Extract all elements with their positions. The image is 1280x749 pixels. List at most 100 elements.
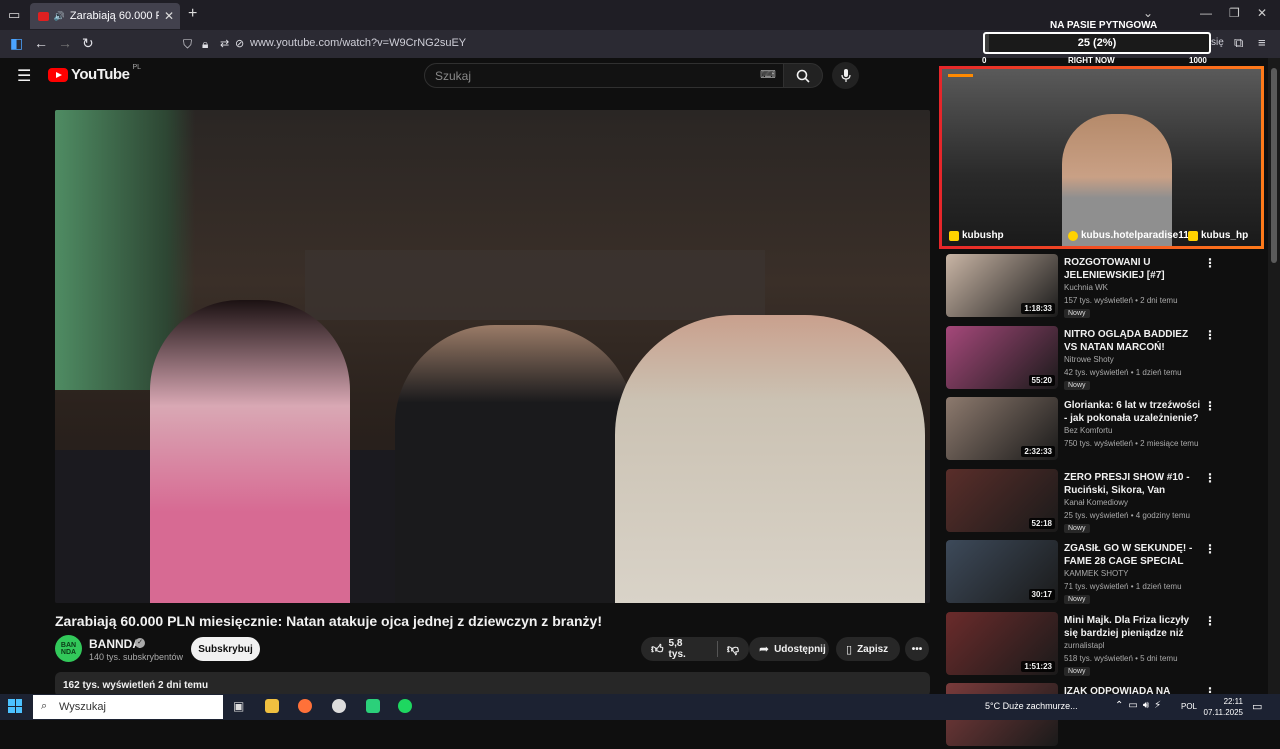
- windows-start-icon[interactable]: [8, 699, 22, 713]
- save-button[interactable]: ▯ Zapisz: [836, 637, 900, 661]
- recommendation-channel[interactable]: KAMMEK SHOTY: [1064, 569, 1128, 578]
- taskbar-clock[interactable]: 22:11 07.11.2025: [1203, 696, 1243, 718]
- recommendation-title[interactable]: NITRO OGLĄDA BADDIEZ VS NATAN MARCOŃ! *M…: [1064, 328, 1204, 354]
- recommendation-title[interactable]: ZGASIŁ GO W SEKUNDĘ! - FAME 28 CAGE SPEC…: [1064, 542, 1204, 568]
- notifications-icon[interactable]: ▭: [1252, 700, 1262, 713]
- scrollbar-thumb[interactable]: [1271, 68, 1277, 263]
- share-icon: ➦: [759, 642, 770, 656]
- recommendation-item[interactable]: 30:17 ZGASIŁ GO W SEKUNDĘ! - FAME 28 CAGE…: [946, 540, 1266, 606]
- video-duration: 1:51:23: [1021, 660, 1055, 672]
- recommendation-thumbnail[interactable]: 30:17: [946, 540, 1058, 603]
- app-icon[interactable]: [332, 699, 346, 713]
- recommendation-channel[interactable]: Kuchnia WK: [1064, 283, 1108, 292]
- recommendation-title[interactable]: ZERO PRESJI SHOW #10 - Ruciński, Sikora,…: [1064, 471, 1204, 497]
- more-vertical-icon[interactable]: ⋮: [1204, 542, 1216, 556]
- lock-icon[interactable]: 🔒︎: [202, 37, 208, 52]
- twitter-icon: [949, 230, 959, 241]
- recommendation-thumbnail[interactable]: 1:18:33: [946, 254, 1058, 317]
- goal-min: 0: [982, 56, 987, 65]
- account-menu-label[interactable]: się: [1211, 37, 1224, 48]
- file-explorer-icon[interactable]: [265, 699, 279, 713]
- search-button[interactable]: [783, 63, 823, 88]
- recommendation-item[interactable]: 1:18:33 ROZGOTOWANI U JELENIEWSKIEJ [#7] K…: [946, 254, 1266, 320]
- close-window-icon[interactable]: ✕: [1257, 6, 1267, 20]
- task-view-icon[interactable]: ▣: [233, 699, 247, 713]
- recommendation-meta: 25 tys. wyświetleń • 4 godziny temu: [1064, 510, 1190, 520]
- like-count[interactable]: 5,8 tys.: [669, 638, 702, 660]
- channel-avatar[interactable]: BAN NDA: [55, 635, 82, 662]
- snapchat-handle: kubus_hp: [1188, 230, 1248, 241]
- search-input[interactable]: Szukaj ⌨: [424, 63, 784, 88]
- restore-icon[interactable]: ❐: [1229, 6, 1240, 20]
- hamburger-menu-icon[interactable]: ≡: [1258, 35, 1266, 50]
- like-icon[interactable]: 👍︎: [651, 642, 664, 657]
- reload-icon[interactable]: ↻: [82, 35, 94, 52]
- recommendation-title[interactable]: Glorianka: 6 lat w trzeźwości - jak poko…: [1064, 399, 1204, 425]
- share-button[interactable]: ➦ Udostępnij: [749, 637, 829, 661]
- taskbar-search-icon: ⌕: [41, 700, 48, 712]
- firefox-icon[interactable]: [298, 699, 312, 713]
- more-vertical-icon[interactable]: ⋮: [1204, 471, 1216, 485]
- channel-name[interactable]: BANNDA: [89, 637, 141, 651]
- more-horizontal-icon: •••: [911, 643, 923, 655]
- recommendation-channel[interactable]: Kanał Komediowy: [1064, 498, 1128, 507]
- video-title: Zarabiają 60.000 PLN miesięcznie: Natan …: [55, 613, 602, 629]
- recommendation-item[interactable]: 52:18 ZERO PRESJI SHOW #10 - Ruciński, Si…: [946, 468, 1266, 535]
- recommendation-channel[interactable]: zurnalistapl: [1064, 641, 1104, 650]
- forward-icon[interactable]: →: [58, 35, 72, 51]
- more-vertical-icon[interactable]: ⋮: [1204, 256, 1216, 270]
- speaker-icon[interactable]: 🔊: [54, 11, 65, 22]
- weather-widget[interactable]: 5°C Duże zachmurze...: [985, 701, 1078, 711]
- youtube-logo[interactable]: YouTube PL: [48, 64, 141, 83]
- recommendation-title[interactable]: ROZGOTOWANI U JELENIEWSKIEJ [#7]: [1064, 256, 1204, 282]
- recommendation-item[interactable]: 2:32:33 Glorianka: 6 lat w trzeźwości - j…: [946, 397, 1266, 463]
- recommendation-channel[interactable]: Bez Komfortu: [1064, 426, 1112, 435]
- page-scrollbar[interactable]: [1268, 58, 1280, 694]
- recommendation-channel[interactable]: Nitrowe Shoty: [1064, 355, 1114, 364]
- recommendation-item[interactable]: 55:20 NITRO OGLĄDA BADDIEZ VS NATAN MARCO…: [946, 325, 1266, 392]
- more-vertical-icon[interactable]: ⋮: [1204, 399, 1216, 413]
- browser-tab[interactable]: 🔊 Zarabiają 60.000 PLN miesięcznie ✕: [30, 3, 180, 29]
- tab-overflow-chevron-icon[interactable]: ⌄: [1143, 6, 1153, 20]
- like-divider: [716, 641, 718, 657]
- video-person-center: [395, 325, 635, 603]
- shield-icon[interactable]: ⛉: [183, 37, 192, 52]
- minimize-icon[interactable]: —: [1200, 6, 1212, 20]
- spotify-icon[interactable]: [398, 699, 412, 713]
- recommendation-thumbnail[interactable]: 52:18: [946, 468, 1058, 532]
- more-actions-button[interactable]: •••: [905, 637, 929, 661]
- goal-progress-bar: 25 (2%): [983, 32, 1211, 54]
- video-duration: 30:17: [1028, 589, 1055, 600]
- messaging-app-icon[interactable]: [366, 699, 380, 713]
- subscribe-button[interactable]: Subskrybuj: [191, 637, 260, 661]
- more-vertical-icon[interactable]: ⋮: [1204, 328, 1216, 342]
- twitter-handle-text: kubushp: [962, 230, 1004, 241]
- new-tab-icon[interactable]: +: [188, 5, 197, 23]
- video-duration: 52:18: [1028, 517, 1055, 529]
- url-bar[interactable]: www.youtube.com/watch?v=W9CrNG2suEY: [250, 37, 466, 49]
- goal-max: 1000: [1189, 56, 1207, 65]
- sidebar-toggle-icon[interactable]: ◧: [10, 35, 23, 52]
- keyboard-icon[interactable]: ⌨: [760, 68, 776, 81]
- taskbar-search-input[interactable]: ⌕ Wyszukaj: [33, 695, 223, 719]
- dislike-icon[interactable]: 👎︎: [727, 642, 739, 657]
- recommendation-thumbnail[interactable]: 1:51:23: [946, 611, 1058, 675]
- extensions-icon[interactable]: ⧉: [1234, 35, 1243, 51]
- recommendation-thumbnail[interactable]: 55:20: [946, 325, 1058, 389]
- more-vertical-icon[interactable]: ⋮: [1204, 614, 1216, 628]
- input-language[interactable]: POL: [1181, 702, 1197, 711]
- recommendation-thumbnail[interactable]: 2:32:33: [946, 397, 1058, 460]
- tab-list-icon[interactable]: ▭: [8, 7, 20, 23]
- system-tray-icons[interactable]: ⌃▭🔊︎⚡: [1115, 700, 1166, 711]
- recommendation-item[interactable]: 1:51:23 Mini Majk. Dla Friza liczyły się …: [946, 611, 1266, 678]
- voice-search-button[interactable]: [832, 62, 859, 89]
- permissions-icon[interactable]: ⇄: [220, 37, 229, 50]
- search-icon: [796, 69, 810, 83]
- back-icon[interactable]: ←: [34, 35, 48, 51]
- close-tab-icon[interactable]: ✕: [164, 9, 174, 23]
- yt-menu-icon[interactable]: ☰: [17, 66, 31, 86]
- recommendation-title[interactable]: Mini Majk. Dla Friza liczyły się bardzie…: [1064, 614, 1204, 640]
- video-player[interactable]: [55, 110, 930, 603]
- autoplay-blocked-icon[interactable]: ⊘: [235, 37, 244, 50]
- video-person-left: [150, 300, 350, 603]
